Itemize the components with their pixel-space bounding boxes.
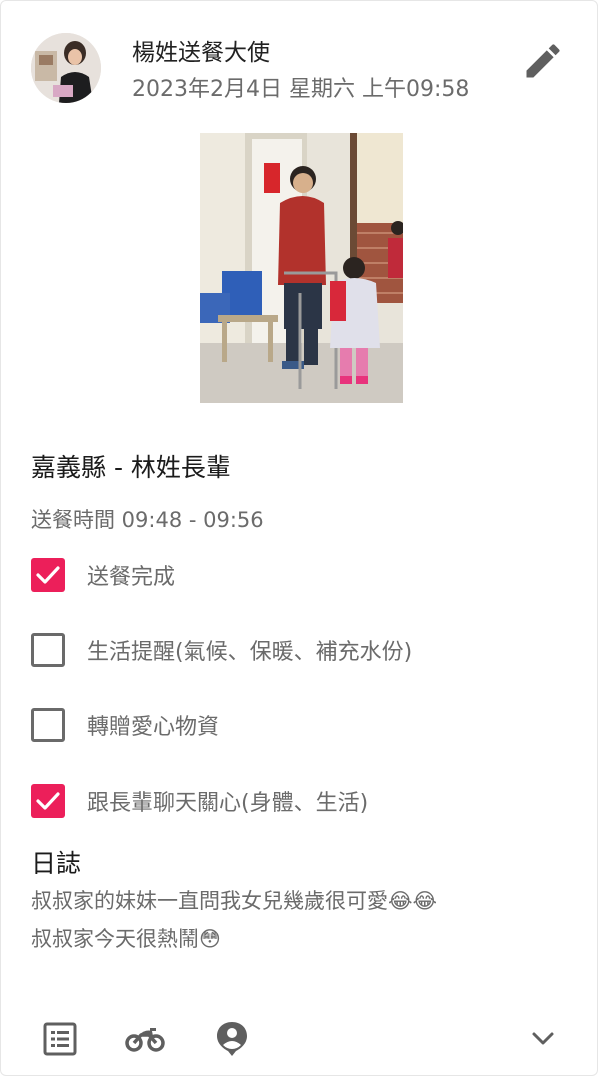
person-pin-icon (215, 1020, 249, 1062)
pencil-icon (521, 44, 565, 87)
delivery-photo[interactable] (200, 133, 403, 403)
author-name: 楊姓送餐大使 (132, 40, 270, 66)
checklist-label: 生活提醒(氣候、保暖、補充水份) (87, 640, 413, 665)
post-datetime: 2023年2月4日 星期六 上午09:58 (132, 77, 470, 102)
checklist-item-donate-supplies[interactable]: 轉贈愛心物資 (31, 707, 219, 743)
details-list-button[interactable] (38, 1019, 82, 1063)
delivery-time-range: 送餐時間 09:48 - 09:56 (31, 508, 264, 532)
delivery-route-button[interactable] (123, 1019, 167, 1063)
log-line: 叔叔家今天很熱鬧😳 (31, 927, 221, 951)
list-icon (43, 1022, 77, 1060)
checklist-label: 跟長輩聊天關心(身體、生活) (87, 791, 369, 816)
checkbox-unchecked[interactable] (31, 633, 65, 667)
checkbox-checked[interactable] (31, 784, 65, 818)
checklist-item-delivery-complete[interactable]: 送餐完成 (31, 557, 175, 593)
expand-button[interactable] (521, 1019, 565, 1063)
checklist-label: 送餐完成 (87, 565, 176, 590)
avatar[interactable] (31, 33, 101, 103)
edit-button[interactable] (521, 39, 565, 83)
elder-title: 嘉義縣 - 林姓長輩 (31, 453, 231, 482)
checklist-item-chat-care[interactable]: 跟長輩聊天關心(身體、生活) (31, 783, 368, 819)
chevron-down-icon (531, 1031, 555, 1051)
log-heading: 日誌 (31, 849, 82, 878)
motorcycle-icon (125, 1024, 165, 1058)
log-line: 叔叔家的妹妹一直問我女兒幾歲很可愛😂😂 (31, 889, 438, 913)
checkbox-checked[interactable] (31, 558, 65, 592)
post-card: 楊姓送餐大使 2023年2月4日 星期六 上午09:58 嘉義縣 - 林姓長輩 … (0, 0, 598, 1076)
checklist-item-life-reminder[interactable]: 生活提醒(氣候、保暖、補充水份) (31, 632, 412, 668)
elder-location-button[interactable] (210, 1019, 254, 1063)
checklist-label: 轉贈愛心物資 (87, 715, 220, 740)
checkbox-unchecked[interactable] (31, 708, 65, 742)
